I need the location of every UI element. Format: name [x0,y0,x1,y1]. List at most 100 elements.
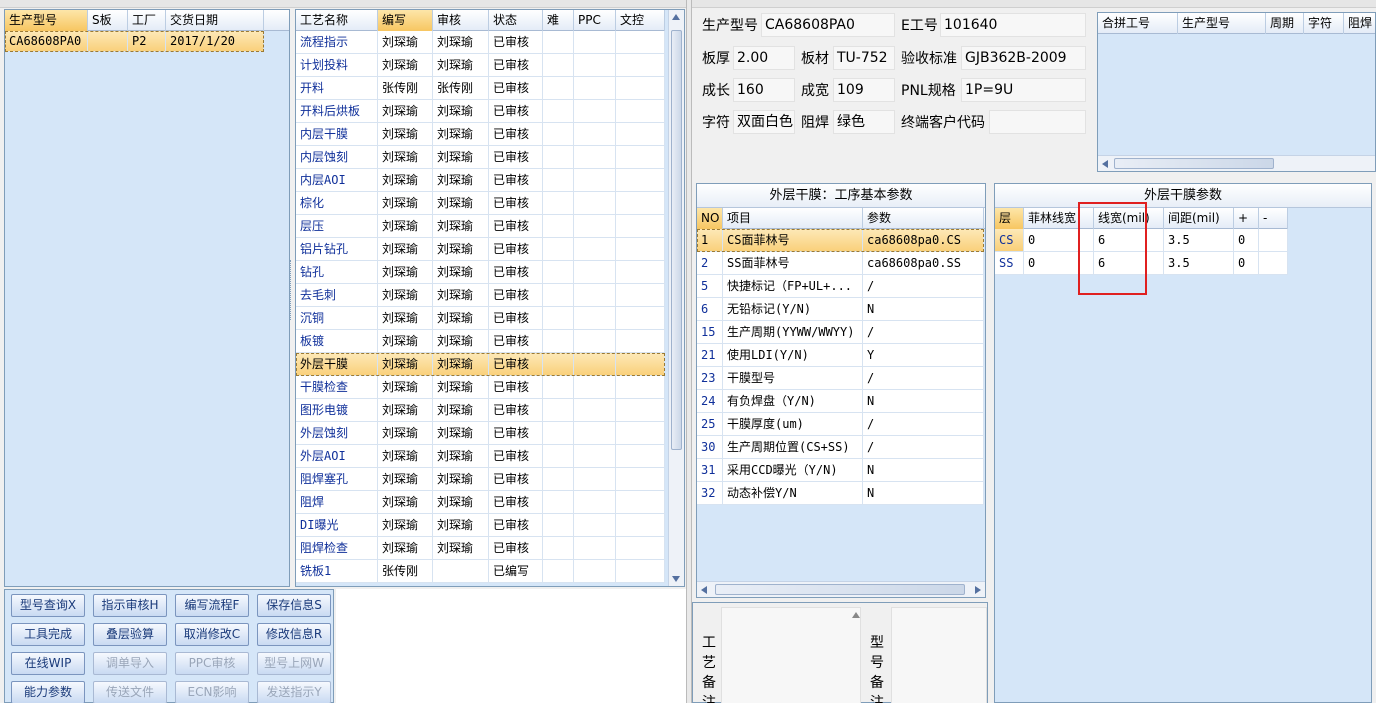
command-button[interactable]: 修改信息R [257,623,331,646]
hscroll-thumb[interactable] [715,584,965,595]
command-button[interactable]: 型号上网W [257,652,331,675]
process-grid[interactable]: 工艺名称 编写 审核 状态难 PPC 文控 流程指示 刘琛瑜 刘琛瑜 已审核 计划投料 刘琛瑜 刘琛瑜… [295,9,685,587]
column-header[interactable]: 生产型号 [5,10,88,31]
command-button[interactable]: 能力参数 [11,681,85,703]
column-header[interactable]: 项目 [723,208,863,229]
table-row[interactable]: 31 采用CCD曝光（Y/N) N [697,459,984,482]
column-header[interactable]: 层 [995,208,1024,229]
column-header[interactable]: PPC [574,10,616,31]
column-header[interactable]: 难 [543,10,574,31]
command-button[interactable]: 编写流程F [175,594,249,617]
table-row[interactable]: 外层AOI 刘琛瑜 刘琛瑜 已审核 [296,445,665,468]
mask-field[interactable]: 绿色 [833,110,895,134]
table-row[interactable]: 24 有负焊盘（Y/N) N [697,390,984,413]
column-header[interactable]: 工艺名称 [296,10,378,31]
table-row[interactable]: 外层干膜 刘琛瑜 刘琛瑜 已审核 [296,353,665,376]
column-header[interactable]: 间距(mil) [1164,208,1234,229]
process-remark-field[interactable] [721,607,861,703]
column-header[interactable]: 交货日期 [166,10,264,31]
table-row[interactable]: 钻孔 刘琛瑜 刘琛瑜 已审核 [296,261,665,284]
hscroll-thumb[interactable] [1114,158,1274,169]
table-row[interactable]: 32 动态补偿Y/N N [697,482,984,505]
command-button[interactable]: 调单导入 [93,652,167,675]
table-row[interactable]: 铝片钻孔 刘琛瑜 刘琛瑜 已审核 [296,238,665,261]
eno-field[interactable]: 101640 [940,13,1086,37]
command-button[interactable]: 发送指示Y [257,681,331,703]
table-row[interactable]: 去毛刺 刘琛瑜 刘琛瑜 已审核 [296,284,665,307]
char-field[interactable]: 双面白色 [733,110,795,134]
column-header[interactable]: 周期 [1266,13,1304,34]
command-button[interactable]: 传送文件 [93,681,167,703]
table-row[interactable]: 21 使用LDI(Y/N) Y [697,344,984,367]
column-header[interactable]: 合拼工号 [1098,13,1178,34]
width-field[interactable]: 109 [833,78,895,102]
table-row[interactable]: 23 干膜型号 / [697,367,984,390]
table-row[interactable]: 层压 刘琛瑜 刘琛瑜 已审核 [296,215,665,238]
table-row[interactable]: 外层蚀刻 刘琛瑜 刘琛瑜 已审核 [296,422,665,445]
table-row[interactable]: 阻焊检查 刘琛瑜 刘琛瑜 已审核 [296,537,665,560]
pnl-field[interactable]: 1P=9U [961,78,1086,102]
column-header[interactable]: S板 [88,10,128,31]
table-row[interactable]: 1 CS面菲林号 ca68608pa0.CS [697,229,984,252]
table-row[interactable]: CA68608PA0 P2 2017/1/20 [5,31,264,52]
merge-grid[interactable]: 合拼工号 生产型号 周期 字符 阻焊 [1097,12,1376,172]
table-row[interactable]: 6 无铅标记(Y/N) N [697,298,984,321]
scroll-up-icon[interactable] [672,14,680,20]
command-button[interactable]: PPC审核 [175,652,249,675]
thickness-field[interactable]: 2.00 [733,46,795,70]
scroll-down-icon[interactable] [672,576,680,582]
customer-field[interactable] [989,110,1086,134]
column-header[interactable]: + [1234,208,1259,229]
column-header[interactable]: 阻焊 [1344,13,1375,34]
table-row[interactable]: 图形电镀 刘琛瑜 刘琛瑜 已审核 [296,399,665,422]
column-header[interactable]: 字符 [1304,13,1344,34]
table-row[interactable]: 板镀 刘琛瑜 刘琛瑜 已审核 [296,330,665,353]
command-button[interactable]: 在线WIP [11,652,85,675]
command-button[interactable]: 工具完成 [11,623,85,646]
column-header[interactable]: 参数 [863,208,984,229]
command-button[interactable]: 型号查询X [11,594,85,617]
params-hscrollbar[interactable] [697,581,985,597]
scroll-left-icon[interactable] [701,586,707,594]
standard-field[interactable]: GJB362B-2009 [961,46,1086,70]
command-button[interactable]: 保存信息S [257,594,331,617]
table-row[interactable]: 开料后烘板 刘琛瑜 刘琛瑜 已审核 [296,100,665,123]
length-field[interactable]: 160 [733,78,795,102]
table-row[interactable]: 棕化 刘琛瑜 刘琛瑜 已审核 [296,192,665,215]
scroll-right-icon[interactable] [975,586,981,594]
column-header[interactable]: 工厂 [128,10,166,31]
table-row[interactable]: 阻焊塞孔 刘琛瑜 刘琛瑜 已审核 [296,468,665,491]
process-grid-scrollbar[interactable] [668,10,684,586]
table-row[interactable]: 内层AOI 刘琛瑜 刘琛瑜 已审核 [296,169,665,192]
table-row[interactable]: 25 干膜厚度(um) / [697,413,984,436]
table-row[interactable]: 干膜检查 刘琛瑜 刘琛瑜 已审核 [296,376,665,399]
table-row[interactable]: 计划投料 刘琛瑜 刘琛瑜 已审核 [296,54,665,77]
table-row[interactable]: 内层干膜 刘琛瑜 刘琛瑜 已审核 [296,123,665,146]
scroll-left-icon[interactable] [1102,160,1108,168]
command-button[interactable]: ECN影响 [175,681,249,703]
command-button[interactable]: 指示审核H [93,594,167,617]
table-row[interactable]: 沉铜 刘琛瑜 刘琛瑜 已审核 [296,307,665,330]
column-header[interactable]: 状态 [489,10,543,31]
command-button[interactable]: 叠层验算 [93,623,167,646]
column-header[interactable]: - [1259,208,1288,229]
material-field[interactable]: TU-752 [833,46,895,70]
command-button[interactable]: 取消修改C [175,623,249,646]
model-remark-field[interactable] [891,607,987,703]
table-row[interactable]: 内层蚀刻 刘琛瑜 刘琛瑜 已审核 [296,146,665,169]
table-row[interactable]: 2 SS面菲林号 ca68608pa0.SS [697,252,984,275]
scroll-thumb[interactable] [671,30,682,450]
column-header[interactable]: 编写 [378,10,433,31]
column-header[interactable]: 生产型号 [1178,13,1266,34]
merge-grid-hscrollbar[interactable] [1098,155,1375,171]
model-field[interactable]: CA68608PA0 [761,13,895,37]
table-row[interactable]: 流程指示 刘琛瑜 刘琛瑜 已审核 [296,31,665,54]
table-row[interactable]: 阻焊 刘琛瑜 刘琛瑜 已审核 [296,491,665,514]
table-row[interactable]: 铣板1 张传刚 已编写 [296,560,665,583]
scroll-up-icon[interactable] [852,612,860,618]
table-row[interactable]: DI曝光 刘琛瑜 刘琛瑜 已审核 [296,514,665,537]
column-header[interactable]: 文控 [616,10,665,31]
table-row[interactable]: 开料 张传刚 张传刚 已审核 [296,77,665,100]
table-row[interactable]: 5 快捷标记（FP+UL+... / [697,275,984,298]
product-grid[interactable]: 生产型号 S板 工厂 交货日期 CA68608PA0 P2 2017/1/20 [4,9,290,587]
